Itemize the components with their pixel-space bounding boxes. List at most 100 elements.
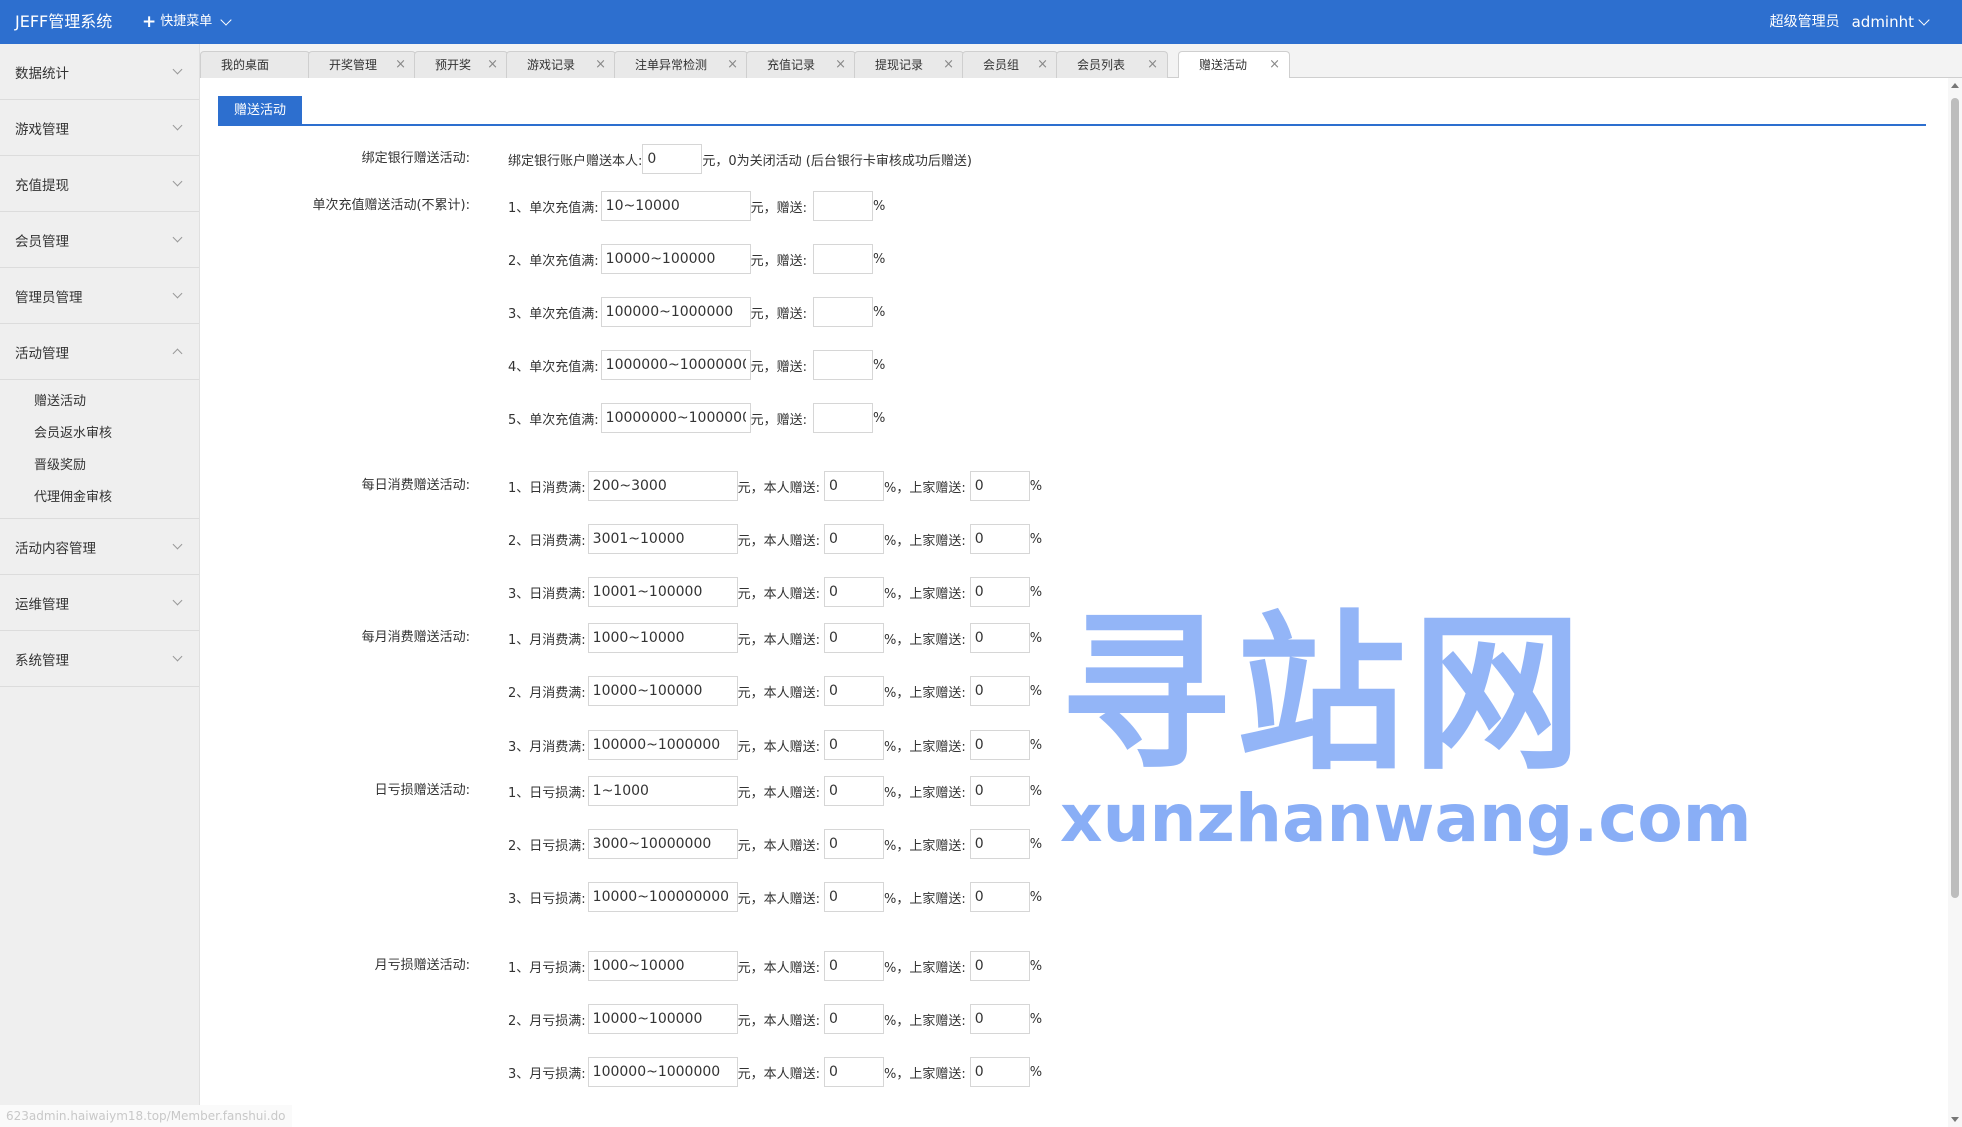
threshold-range-input[interactable] <box>587 1004 738 1034</box>
parent-percent-input[interactable] <box>969 471 1030 501</box>
close-icon[interactable]: × <box>395 52 406 78</box>
close-icon[interactable]: × <box>835 52 846 78</box>
parent-percent-input[interactable] <box>969 951 1030 981</box>
self-percent-input[interactable] <box>824 882 885 912</box>
sidebar-item-label: 活动管理 <box>15 345 69 362</box>
close-icon[interactable]: × <box>1037 52 1048 78</box>
sidebar-item-label: 活动内容管理 <box>15 540 96 557</box>
self-percent-input[interactable] <box>824 1057 885 1087</box>
self-percent-input[interactable] <box>824 829 885 859</box>
self-percent-input[interactable] <box>824 730 885 760</box>
recharge-percent-input[interactable] <box>813 191 874 221</box>
tab-label: 开奖管理 <box>329 58 378 72</box>
sidebar-item-games[interactable]: 游戏管理 <box>0 100 199 156</box>
row-prefix: 5、单次充值满: <box>508 412 599 428</box>
row-self-label: 元，本人赠送: <box>737 586 821 602</box>
threshold-range-input[interactable] <box>587 730 738 760</box>
row-prefix: 1、单次充值满: <box>508 200 599 216</box>
close-icon[interactable]: × <box>727 52 738 78</box>
user-menu[interactable]: adminht <box>1852 0 1932 44</box>
percent-sign: % <box>1029 958 1043 974</box>
parent-percent-input[interactable] <box>969 776 1030 806</box>
percent-sign: % <box>1029 836 1043 852</box>
threshold-range-input[interactable] <box>587 882 738 912</box>
scroll-down-icon[interactable] <box>1951 1117 1959 1122</box>
quick-menu-button[interactable]: + 快捷菜单 <box>142 0 234 44</box>
app-title: JEFF管理系统 <box>15 12 113 31</box>
threshold-range-input[interactable] <box>587 524 738 554</box>
self-percent-input[interactable] <box>824 1004 885 1034</box>
self-percent-input[interactable] <box>824 776 885 806</box>
sidebar-item-members[interactable]: 会员管理 <box>0 212 199 268</box>
recharge-percent-input[interactable] <box>813 403 874 433</box>
row-prefix: 2、月亏损满: <box>508 1013 586 1029</box>
parent-percent-input[interactable] <box>969 524 1030 554</box>
sidebar-item-label: 系统管理 <box>15 652 69 669</box>
parent-percent-input[interactable] <box>969 1057 1030 1087</box>
row-parent-label: %，上家赠送: <box>884 685 966 701</box>
tab-game-records[interactable]: 游戏记录 × <box>506 51 616 78</box>
self-percent-input[interactable] <box>824 471 885 501</box>
recharge-percent-input[interactable] <box>813 244 874 274</box>
threshold-range-input[interactable] <box>587 623 738 653</box>
self-percent-input[interactable] <box>824 623 885 653</box>
close-icon[interactable]: × <box>943 52 954 78</box>
submenu-item-commission-review[interactable]: 代理佣金审核 <box>0 482 199 514</box>
sidebar-item-admins[interactable]: 管理员管理 <box>0 268 199 324</box>
close-icon[interactable]: × <box>487 52 498 78</box>
parent-percent-input[interactable] <box>969 577 1030 607</box>
recharge-percent-input[interactable] <box>813 350 874 380</box>
recharge-range-input[interactable] <box>600 350 751 380</box>
parent-percent-input[interactable] <box>969 623 1030 653</box>
scroll-thumb[interactable] <box>1951 98 1959 898</box>
sidebar-item-activity-content[interactable]: 活动内容管理 <box>0 519 199 575</box>
submenu-item-gift[interactable]: 赠送活动 <box>0 386 199 418</box>
vertical-scrollbar[interactable] <box>1948 78 1962 1127</box>
close-icon[interactable]: × <box>595 52 606 78</box>
tab-pre-draw[interactable]: 预开奖 × <box>414 51 508 78</box>
threshold-range-input[interactable] <box>587 829 738 859</box>
self-percent-input[interactable] <box>824 577 885 607</box>
tab-label: 提现记录 <box>875 58 924 72</box>
tab-withdraw-records[interactable]: 提现记录 × <box>854 51 964 78</box>
parent-percent-input[interactable] <box>969 730 1030 760</box>
sidebar-item-recharge[interactable]: 充值提现 <box>0 156 199 212</box>
tab-bet-anomaly[interactable]: 注单异常检测 × <box>614 51 748 78</box>
tab-desktop[interactable]: 我的桌面 <box>200 51 310 78</box>
close-icon[interactable]: × <box>1147 52 1158 78</box>
sidebar-item-activities[interactable]: 活动管理 <box>0 324 199 380</box>
bank-gift-input[interactable] <box>642 144 703 174</box>
recharge-range-input[interactable] <box>600 297 751 327</box>
threshold-range-input[interactable] <box>587 676 738 706</box>
threshold-range-input[interactable] <box>587 471 738 501</box>
threshold-range-input[interactable] <box>587 577 738 607</box>
sidebar-item-ops[interactable]: 运维管理 <box>0 575 199 631</box>
self-percent-input[interactable] <box>824 524 885 554</box>
tab-draw-management[interactable]: 开奖管理 × <box>308 51 416 78</box>
parent-percent-input[interactable] <box>969 829 1030 859</box>
recharge-range-input[interactable] <box>600 244 751 274</box>
parent-percent-input[interactable] <box>969 882 1030 912</box>
tab-recharge-records[interactable]: 充值记录 × <box>746 51 856 78</box>
submenu-item-rebate-review[interactable]: 会员返水审核 <box>0 418 199 450</box>
scroll-up-icon[interactable] <box>1951 83 1959 88</box>
self-percent-input[interactable] <box>824 676 885 706</box>
submenu-item-promotion-reward[interactable]: 晋级奖励 <box>0 450 199 482</box>
threshold-range-input[interactable] <box>587 951 738 981</box>
tab-member-list[interactable]: 会员列表 × <box>1056 51 1168 78</box>
parent-percent-input[interactable] <box>969 1004 1030 1034</box>
sidebar-item-system[interactable]: 系统管理 <box>0 631 199 687</box>
recharge-range-input[interactable] <box>600 191 751 221</box>
bank-suffix: 元，0为关闭活动 (后台银行卡审核成功后赠送) <box>702 153 972 169</box>
parent-percent-input[interactable] <box>969 676 1030 706</box>
tab-gift-activity[interactable]: 赠送活动 × <box>1178 51 1290 79</box>
sidebar-item-stats[interactable]: 数据统计 <box>0 44 199 100</box>
close-icon[interactable]: × <box>1269 52 1280 78</box>
threshold-range-input[interactable] <box>587 776 738 806</box>
tab-member-groups[interactable]: 会员组 × <box>962 51 1058 78</box>
threshold-range-input[interactable] <box>587 1057 738 1087</box>
recharge-range-input[interactable] <box>600 403 751 433</box>
tab-label: 充值记录 <box>767 58 816 72</box>
self-percent-input[interactable] <box>824 951 885 981</box>
recharge-percent-input[interactable] <box>813 297 874 327</box>
